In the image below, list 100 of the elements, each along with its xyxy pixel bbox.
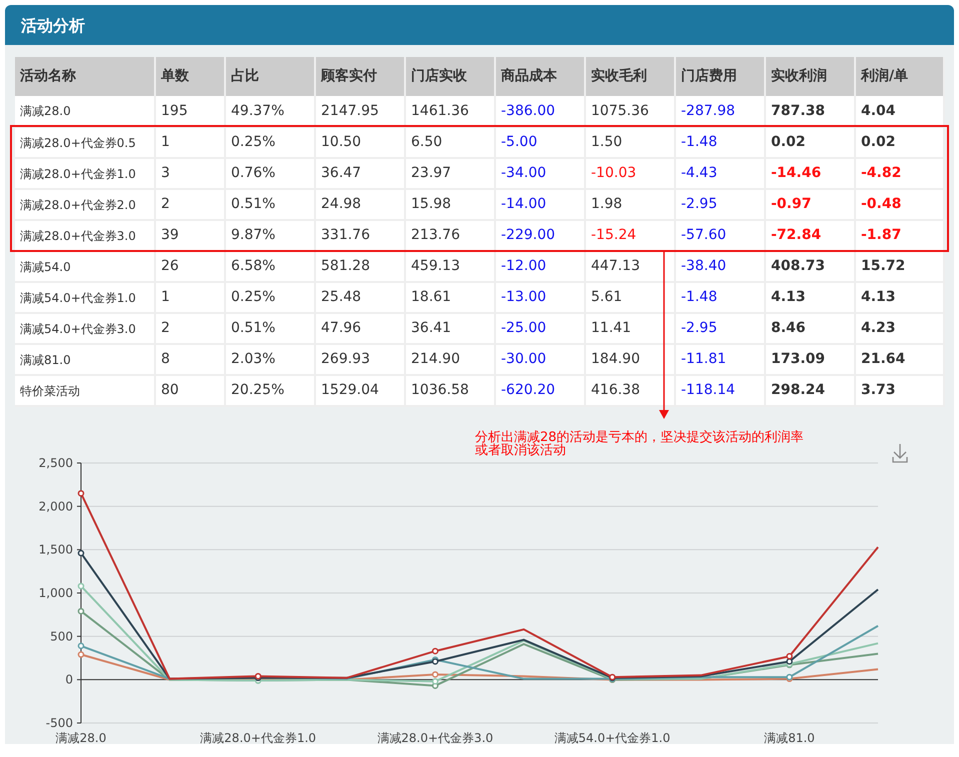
table-cell: 8 bbox=[155, 344, 225, 375]
table-cell: 满减54.0+代金券3.0 bbox=[15, 313, 155, 344]
table-cell: -72.84 bbox=[765, 220, 855, 251]
table-cell: 49.37% bbox=[225, 96, 315, 127]
axis-tick-label: 满减81.0 bbox=[764, 731, 815, 744]
table-cell: 9.87% bbox=[225, 220, 315, 251]
table-cell: 1 bbox=[155, 127, 225, 158]
axis-tick-label: 2,500 bbox=[38, 456, 73, 470]
table-cell: 1461.36 bbox=[405, 96, 495, 127]
annotation-text: 分析出满减28的活动是亏本的，坚决提交该活动的利润率 或者取消该活动 bbox=[475, 431, 804, 457]
table-cell: -15.24 bbox=[585, 220, 675, 251]
table-cell: 2 bbox=[155, 313, 225, 344]
table-cell: 24.98 bbox=[315, 189, 405, 220]
table-cell: 26 bbox=[155, 251, 225, 282]
table-cell: 4.13 bbox=[765, 282, 855, 313]
column-header: 门店费用 bbox=[675, 57, 765, 96]
table-cell: 408.73 bbox=[765, 251, 855, 282]
table-cell: 满减28.0+代金券3.0 bbox=[15, 220, 155, 251]
table-cell: -4.43 bbox=[675, 158, 765, 189]
table-cell: 1529.04 bbox=[315, 375, 405, 406]
table-cell: 1 bbox=[155, 282, 225, 313]
column-header: 商品成本 bbox=[495, 57, 585, 96]
table-cell: -14.46 bbox=[765, 158, 855, 189]
table-cell: -11.81 bbox=[675, 344, 765, 375]
axis-tick-label: 满减28.0 bbox=[56, 731, 106, 744]
column-header: 顾客实付 bbox=[315, 57, 405, 96]
table-cell: 1036.58 bbox=[405, 375, 495, 406]
table-cell: 1075.36 bbox=[585, 96, 675, 127]
table-cell: 6.50 bbox=[405, 127, 495, 158]
table-cell: 269.93 bbox=[315, 344, 405, 375]
table-cell: -38.40 bbox=[675, 251, 765, 282]
table-cell: -620.20 bbox=[495, 375, 585, 406]
table-cell: 6.58% bbox=[225, 251, 315, 282]
table-cell: 8.46 bbox=[765, 313, 855, 344]
table-cell: -1.48 bbox=[675, 127, 765, 158]
table-cell: 4.23 bbox=[855, 313, 944, 344]
table-cell: -14.00 bbox=[495, 189, 585, 220]
table-cell: 0.76% bbox=[225, 158, 315, 189]
axis-tick-label: 满减28.0+代金券1.0 bbox=[200, 731, 316, 744]
table-cell: -229.00 bbox=[495, 220, 585, 251]
panel-title: 活动分析 bbox=[5, 5, 954, 45]
table-cell: 214.90 bbox=[405, 344, 495, 375]
table-cell: 1.50 bbox=[585, 127, 675, 158]
table-cell: 195 bbox=[155, 96, 225, 127]
column-header: 利润/单 bbox=[855, 57, 944, 96]
axis-tick-label: 1,000 bbox=[38, 586, 73, 600]
axis-tick-label: 500 bbox=[50, 629, 73, 644]
table-cell: 3 bbox=[155, 158, 225, 189]
table-cell: 581.28 bbox=[315, 251, 405, 282]
table-cell: 4.13 bbox=[855, 282, 944, 313]
table-cell: -1.87 bbox=[855, 220, 944, 251]
column-header: 活动名称 bbox=[15, 57, 155, 96]
table-cell: 80 bbox=[155, 375, 225, 406]
table-cell: 15.98 bbox=[405, 189, 495, 220]
column-header: 占比 bbox=[225, 57, 315, 96]
axis-tick-label: 2,000 bbox=[38, 499, 73, 514]
table-cell: 1.98 bbox=[585, 189, 675, 220]
table-cell: 213.76 bbox=[405, 220, 495, 251]
table-cell: 10.50 bbox=[315, 127, 405, 158]
table-cell: 21.64 bbox=[855, 344, 944, 375]
table-cell: 184.90 bbox=[585, 344, 675, 375]
table-cell: -118.14 bbox=[675, 375, 765, 406]
table-cell: 0.51% bbox=[225, 313, 315, 344]
table-cell: 25.48 bbox=[315, 282, 405, 313]
table-cell: -12.00 bbox=[495, 251, 585, 282]
table-cell: 4.04 bbox=[855, 96, 944, 127]
table-cell: 447.13 bbox=[585, 251, 675, 282]
table-cell: 0.02 bbox=[855, 127, 944, 158]
table-cell: -386.00 bbox=[495, 96, 585, 127]
table-cell: 18.61 bbox=[405, 282, 495, 313]
table-cell: 2147.95 bbox=[315, 96, 405, 127]
table-cell: -2.95 bbox=[675, 189, 765, 220]
table-cell: -2.95 bbox=[675, 313, 765, 344]
table-cell: -34.00 bbox=[495, 158, 585, 189]
table-cell: -30.00 bbox=[495, 344, 585, 375]
table-cell: -0.48 bbox=[855, 189, 944, 220]
column-header: 实收毛利 bbox=[585, 57, 675, 96]
table-cell: -25.00 bbox=[495, 313, 585, 344]
axis-tick-label: 0 bbox=[65, 672, 73, 687]
table-cell: -13.00 bbox=[495, 282, 585, 313]
table-cell: 满减54.0+代金券1.0 bbox=[15, 282, 155, 313]
table-cell: 23.97 bbox=[405, 158, 495, 189]
table-cell: 满减28.0+代金券1.0 bbox=[15, 158, 155, 189]
table-cell: 特价菜活动 bbox=[15, 375, 155, 406]
table-cell: 0.25% bbox=[225, 282, 315, 313]
table-cell: -10.03 bbox=[585, 158, 675, 189]
table-cell: 331.76 bbox=[315, 220, 405, 251]
axis-tick-label: 满减28.0+代金券3.0 bbox=[377, 731, 494, 744]
axis-tick-label: 满减54.0+代金券1.0 bbox=[554, 731, 670, 744]
table-cell: 满减28.0+代金券0.5 bbox=[15, 127, 155, 158]
table-cell: 11.41 bbox=[585, 313, 675, 344]
table-cell: 416.38 bbox=[585, 375, 675, 406]
table-cell: 满减28.0+代金券2.0 bbox=[15, 189, 155, 220]
table-cell: 满减54.0 bbox=[15, 251, 155, 282]
table-cell: 满减81.0 bbox=[15, 344, 155, 375]
table-cell: 0.02 bbox=[765, 127, 855, 158]
table-cell: 459.13 bbox=[405, 251, 495, 282]
table-cell: 20.25% bbox=[225, 375, 315, 406]
axis-tick-label: 1,500 bbox=[38, 542, 73, 557]
table-cell: 36.41 bbox=[405, 313, 495, 344]
